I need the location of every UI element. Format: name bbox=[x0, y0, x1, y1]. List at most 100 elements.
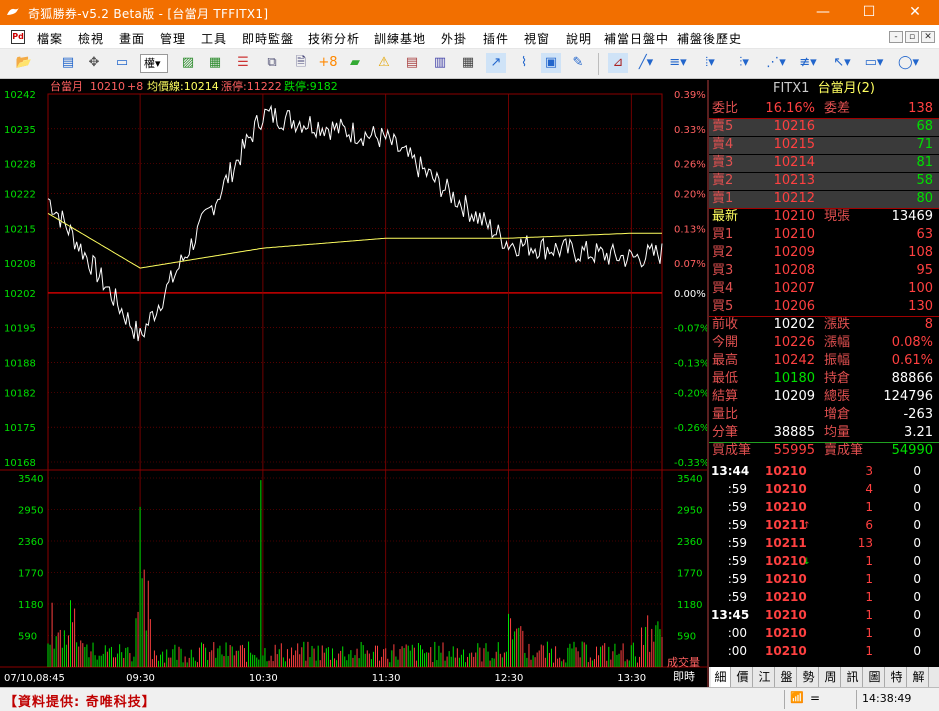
volume-tick-label: 1770 bbox=[18, 569, 43, 580]
quote-tab[interactable]: 解 bbox=[909, 667, 929, 687]
draw-line-icon[interactable]: ╱▾ bbox=[636, 53, 656, 73]
tick-row: :59 10210 1 0 bbox=[709, 498, 939, 516]
money-icon[interactable]: ▰ bbox=[345, 53, 365, 73]
draw-channel-icon[interactable]: ≡▾ bbox=[668, 53, 688, 73]
chart-split-icon[interactable]: ▥ bbox=[430, 53, 450, 73]
quote-value: 10208 bbox=[773, 263, 815, 278]
menu-training[interactable]: 訓練基地 bbox=[374, 30, 426, 47]
quote-value: 16.16% bbox=[765, 101, 815, 116]
line-chart-icon[interactable]: ⌇ bbox=[514, 53, 534, 73]
calendar-icon[interactable]: ▤ bbox=[402, 53, 422, 73]
menu-screen[interactable]: 畫面 bbox=[119, 30, 145, 47]
quote-tabs: 細價江盤勢周訊圖特解 bbox=[709, 667, 939, 687]
window-icon[interactable]: ▭ bbox=[112, 53, 132, 73]
time-tick-label: 07/10,08:45 bbox=[4, 673, 65, 684]
quote-tab[interactable]: 訊 bbox=[843, 667, 863, 687]
percent-tick-label: 0.26% bbox=[674, 160, 706, 171]
quote-value: 10209 bbox=[773, 245, 815, 260]
open-folder-icon[interactable]: 📂 bbox=[14, 53, 34, 73]
tick-volume: 1 bbox=[865, 590, 873, 604]
list-icon[interactable]: ☰ bbox=[233, 53, 253, 73]
draw-fan-icon[interactable]: ⋰▾ bbox=[766, 53, 786, 73]
tick-change: 0 bbox=[913, 608, 921, 622]
warning-icon[interactable]: ⚠ bbox=[374, 53, 394, 73]
quote-value: 10180 bbox=[773, 371, 815, 386]
quote-tab[interactable]: 江 bbox=[755, 667, 775, 687]
menu-help[interactable]: 說明 bbox=[566, 30, 592, 47]
quote-tab[interactable]: 特 bbox=[887, 667, 907, 687]
draw-ellipse-icon[interactable]: ◯▾ bbox=[898, 53, 919, 73]
layout-icon[interactable]: ▤ bbox=[58, 53, 78, 73]
edit-chart-icon[interactable]: ✎ bbox=[568, 53, 588, 73]
menu-manage[interactable]: 管理 bbox=[160, 30, 186, 47]
draw-arrow-icon[interactable]: ↖▾ bbox=[832, 53, 852, 73]
quote-value-2: 124796 bbox=[883, 389, 933, 404]
tick-time: :59 bbox=[727, 518, 747, 532]
menu-plugin-ext[interactable]: 外掛 bbox=[441, 30, 467, 47]
status-clock: 14:38:49 bbox=[862, 692, 912, 705]
chart-zoom-icon[interactable]: ▨ bbox=[178, 53, 198, 73]
document-icon[interactable]: 🗎 bbox=[291, 53, 311, 73]
quote-value: 10215 bbox=[773, 137, 815, 152]
quote-value-2: 54990 bbox=[891, 443, 933, 458]
copy-icon[interactable]: ⧉ bbox=[262, 53, 282, 73]
menu-file[interactable]: 檔案 bbox=[37, 30, 63, 47]
menu-fill-history[interactable]: 補盤後歷史 bbox=[677, 30, 742, 47]
tick-price: 10210 bbox=[765, 608, 807, 622]
quote-tab[interactable]: 盤 bbox=[777, 667, 797, 687]
tick-row: 13:45 10210 1 0 bbox=[709, 606, 939, 624]
tick-time: :59 bbox=[727, 572, 747, 586]
table-icon[interactable]: ▦ bbox=[458, 53, 478, 73]
mdi-close-button[interactable]: ✕ bbox=[921, 31, 935, 43]
quote-value: 10216 bbox=[773, 119, 815, 134]
tick-volume: 3 bbox=[865, 464, 873, 478]
draw-gann-icon[interactable]: ≢▾ bbox=[798, 53, 818, 73]
draw-vertical-icon[interactable]: ⦙▾ bbox=[700, 53, 720, 73]
menu-bar: Pd 檔案 檢視 畫面 管理 工具 即時監盤 技術分析 訓練基地 外掛 插件 視… bbox=[0, 25, 939, 49]
quote-label-2: 漲幅 bbox=[824, 335, 851, 350]
menu-window[interactable]: 視窗 bbox=[524, 30, 550, 47]
menu-addons[interactable]: 插件 bbox=[483, 30, 509, 47]
draw-fibonacci-icon[interactable]: ⫶▾ bbox=[734, 53, 754, 73]
tick-volume: 1 bbox=[865, 608, 873, 622]
tick-row: :59 10210 1 0 bbox=[709, 570, 939, 588]
multi-chart-icon[interactable]: ▣ bbox=[541, 53, 561, 73]
quote-value: 10212 bbox=[773, 191, 815, 206]
menu-view[interactable]: 檢視 bbox=[78, 30, 104, 47]
chart-grid-icon[interactable]: ▦ bbox=[205, 53, 225, 73]
maximize-button[interactable]: ☐ bbox=[846, 0, 892, 25]
mdi-restore-button[interactable]: ▫ bbox=[905, 31, 919, 43]
menu-fill-intraday[interactable]: 補當日盤中 bbox=[604, 30, 669, 47]
price-tick-label: 10202 bbox=[4, 289, 36, 300]
quote-tab[interactable]: 勢 bbox=[799, 667, 819, 687]
quote-value-2: 71 bbox=[916, 137, 933, 152]
quote-label-2: 振幅 bbox=[824, 353, 851, 368]
trend-chart-icon[interactable]: ↗ bbox=[486, 53, 506, 73]
volume-tick-label-right: 1180 bbox=[677, 600, 702, 611]
intraday-chart[interactable]: 台當月 10210 +8 均價線:10214 漲停:11222 跌停:9182 … bbox=[0, 79, 709, 687]
percent-tick-label: 0.33% bbox=[674, 125, 706, 136]
tick-row: :59 10210 1 0 ↓ bbox=[709, 552, 939, 570]
move-icon[interactable]: ✥ bbox=[84, 53, 104, 73]
tick-price: 10211 bbox=[765, 536, 807, 550]
quote-tab[interactable]: 細 bbox=[711, 667, 731, 687]
intraday-chart-panel[interactable]: 台當月 10210 +8 均價線:10214 漲停:11222 跌停:9182 … bbox=[0, 79, 709, 687]
quote-tab[interactable]: 圖 bbox=[865, 667, 885, 687]
draw-cursor-icon[interactable]: ⊿ bbox=[608, 53, 628, 73]
quote-tab[interactable]: 周 bbox=[821, 667, 841, 687]
close-button[interactable]: ✕ bbox=[892, 0, 938, 25]
menu-tools[interactable]: 工具 bbox=[201, 30, 227, 47]
quote-row: 買成筆 55995 賣成筆 54990 bbox=[709, 442, 939, 460]
menu-monitor[interactable]: 即時監盤 bbox=[242, 30, 294, 47]
menu-technical[interactable]: 技術分析 bbox=[308, 30, 360, 47]
tick-price: 10210 bbox=[765, 554, 807, 568]
quote-label-2: 持倉 bbox=[824, 371, 851, 386]
mdi-minimize-button[interactable]: - bbox=[889, 31, 903, 43]
quote-value-2: 3.21 bbox=[904, 425, 933, 440]
minimize-button[interactable]: — bbox=[800, 0, 846, 25]
draw-rectangle-icon[interactable]: ▭▾ bbox=[864, 53, 884, 73]
app-menu-icon[interactable]: Pd bbox=[11, 30, 25, 44]
quote-tab[interactable]: 價 bbox=[733, 667, 753, 687]
add-icon[interactable]: +8 bbox=[318, 53, 338, 73]
rights-dropdown[interactable]: 權▾ bbox=[140, 54, 168, 73]
